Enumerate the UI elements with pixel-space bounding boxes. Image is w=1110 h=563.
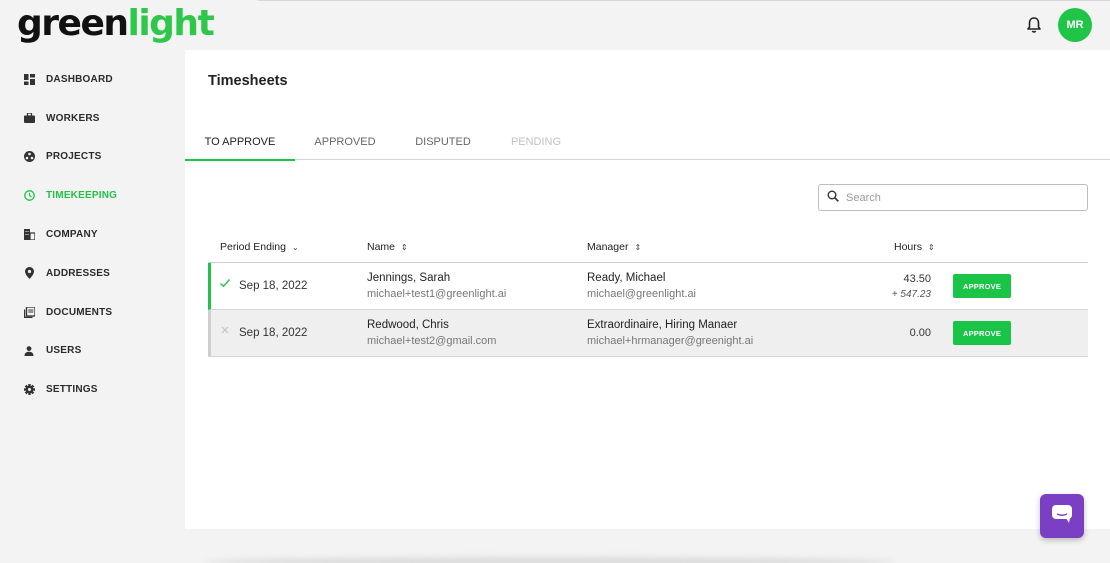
table-row[interactable]: Sep 18, 2022 Jennings, Sarah michael+tes… [208,263,1088,310]
column-header-label: Manager [587,241,629,253]
logo-text-green: green [17,3,129,44]
sidebar-item-dashboard[interactable]: DASHBOARD [0,60,185,99]
top-bar: greenlight MR [0,0,1110,50]
location-pin-icon [23,267,35,280]
hours-value: 43.50 [903,273,931,285]
briefcase-icon [23,112,35,124]
manager-name: Extraordinaire, Hiring Manaer [587,319,738,331]
logo-text-light: light [127,3,214,44]
manager-email: michael+hrmanager@greenight.ai [587,335,754,347]
worker-name: Jennings, Sarah [367,272,451,284]
sidebar-item-label: PROJECTS [46,151,102,163]
tab-bar: TO APPROVE APPROVED DISPUTED PENDING [185,124,1110,161]
tab-pending: PENDING [510,136,562,148]
column-header-label: Name [367,241,396,253]
sort-icon: ⇕ [928,242,935,252]
user-icon [23,345,35,357]
x-icon [219,324,231,336]
tab-approved[interactable]: APPROVED [303,124,387,160]
column-header-manager[interactable]: Manager ⇕ [587,241,641,253]
bell-icon[interactable] [1024,15,1044,35]
dashboard-icon [23,73,35,85]
greenlight-logo[interactable]: greenlight [17,2,215,46]
column-header-label: Period Ending [220,241,286,253]
sidebar-item-workers[interactable]: WORKERS [0,99,185,138]
sort-desc-icon: ⌄ [291,242,299,252]
tab-to-approve[interactable]: TO APPROVE [185,124,295,161]
search-icon [827,189,839,207]
approve-button[interactable]: APPROVE [953,274,1011,298]
building-icon [23,229,35,241]
search-box[interactable] [818,184,1088,211]
chat-bubble-icon [1051,504,1073,529]
column-header-hours[interactable]: Hours ⇕ [894,241,935,253]
sidebar-item-label: DASHBOARD [46,73,113,85]
avatar[interactable]: MR [1058,8,1092,42]
table-row[interactable]: Sep 18, 2022 Redwood, Chris michael+test… [208,310,1088,357]
sort-icon: ⇕ [401,242,408,252]
tab-disputed[interactable]: DISPUTED [405,124,481,160]
column-header-label: Hours [894,241,923,253]
sidebar-item-company[interactable]: COMPANY [0,215,185,254]
sidebar-item-label: TIMEKEEPING [46,190,118,202]
bottom-shadow [205,557,895,563]
sidebar-item-timekeeping[interactable]: TIMEKEEPING [0,176,185,215]
manager-name: Ready, Michael [587,272,666,284]
sidebar-item-users[interactable]: USERS [0,332,185,371]
sidebar-item-documents[interactable]: DOCUMENTS [0,293,185,332]
sidebar-item-label: WORKERS [46,112,100,124]
approve-button[interactable]: APPROVE [953,321,1011,345]
search-input[interactable] [846,191,1076,204]
check-icon [219,277,231,289]
table-header: Period Ending ⌄ Name ⇕ Manager ⇕ Hours ⇕ [208,236,1088,263]
column-header-period-ending[interactable]: Period Ending ⌄ [220,241,299,253]
gear-icon [23,384,35,396]
page-title: Timesheets [208,73,288,89]
period-ending-date: Sep 18, 2022 [239,280,308,292]
clock-icon [23,190,35,202]
sidebar-item-projects[interactable]: PROJECTS [0,138,185,177]
column-header-name[interactable]: Name ⇕ [367,241,408,253]
main-panel: Timesheets TO APPROVE APPROVED DISPUTED … [185,50,1110,529]
sidebar-item-label: COMPANY [46,229,98,241]
projects-icon [23,151,35,163]
hours-value: 0.00 [909,327,931,339]
worker-email: michael+test2@gmail.com [367,335,497,347]
sidebar-item-settings[interactable]: SETTINGS [0,370,185,409]
sidebar-item-label: DOCUMENTS [46,306,113,318]
sort-icon: ⇕ [634,242,642,252]
sidebar-item-addresses[interactable]: ADDRESSES [0,254,185,293]
sidebar-item-label: ADDRESSES [46,267,111,279]
worker-email: michael+test1@greenlight.ai [367,288,507,300]
chat-launcher-button[interactable] [1040,494,1084,538]
worker-name: Redwood, Chris [367,319,449,331]
sidebar: DASHBOARD WORKERS PROJECTS TIMEKEEPING C… [0,60,185,409]
period-ending-date: Sep 18, 2022 [239,327,308,339]
documents-icon [23,306,35,318]
top-divider [258,0,1110,1]
sidebar-item-label: SETTINGS [46,384,98,396]
hours-extra-value: + 547.23 [891,289,931,300]
manager-email: michael@greenlight.ai [587,288,697,300]
sidebar-item-label: USERS [46,345,82,357]
